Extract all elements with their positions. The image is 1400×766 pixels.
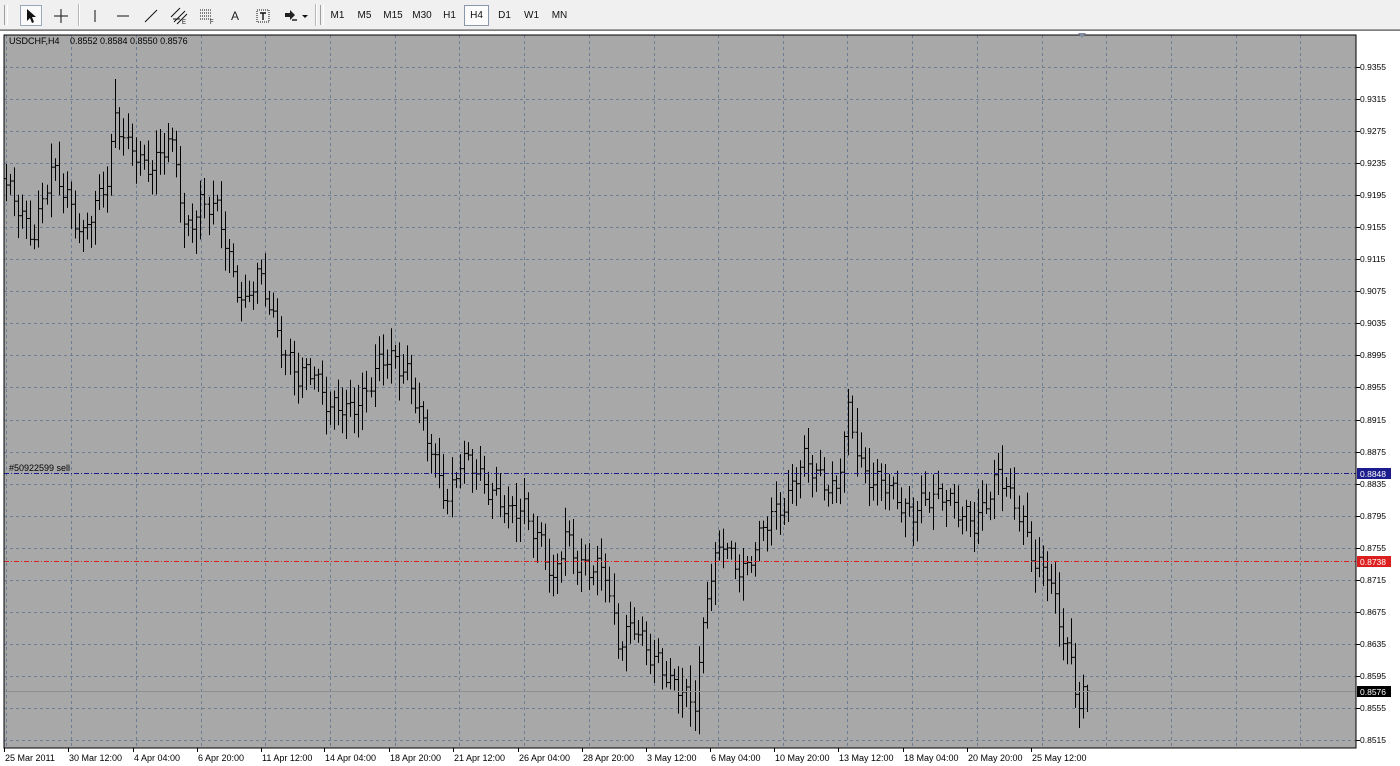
order-price-label: 0.8848: [1360, 469, 1386, 479]
price-tick-label: 0.9035: [1360, 318, 1386, 328]
time-tick-label: 11 Apr 12:00: [262, 753, 312, 763]
equidistant-channel-tool-button[interactable]: E: [168, 5, 190, 26]
cursor-arrow-icon: [27, 8, 36, 23]
order-line-label[interactable]: #50922599 sell: [9, 463, 70, 473]
toolbar-separator: [78, 4, 80, 26]
price-tick-label: 0.9115: [1360, 254, 1386, 264]
text-label-icon: [256, 9, 270, 22]
vertical-line-icon: [94, 9, 96, 22]
price-tick-label: 0.9195: [1360, 190, 1386, 200]
price-tick-label: 0.8915: [1360, 415, 1386, 425]
timeframe-h4-button[interactable]: H4: [464, 5, 489, 26]
toolbar-grip[interactable]: [4, 5, 8, 25]
price-chart[interactable]: 0.9355 0.9315 0.9275 0.9235 0.9195 0.9155 0.91…: [0, 31, 1400, 766]
price-tick-label: 0.9275: [1360, 126, 1386, 136]
time-tick-label: 13 May 12:00: [839, 753, 894, 763]
time-tick-label: 6 Apr 20:00: [198, 753, 244, 763]
crosshair-icon: [54, 8, 68, 23]
price-tick-label: 0.9355: [1360, 62, 1386, 72]
fibonacci-retracement-icon: F: [200, 9, 214, 25]
timeframe-m1-button[interactable]: M1: [325, 5, 350, 26]
timeframe-h1-button[interactable]: H1: [437, 5, 462, 26]
toolbar-separator: [315, 4, 317, 26]
trendline-icon: [144, 9, 158, 22]
timeframe-m5-button[interactable]: M5: [352, 5, 377, 26]
time-tick-label: 30 Mar 12:00: [69, 753, 122, 763]
time-tick-label: 28 Apr 20:00: [583, 753, 634, 763]
price-tick-label: 0.9315: [1360, 94, 1386, 104]
svg-text:F: F: [210, 20, 214, 25]
price-tick-label: 0.8555: [1360, 703, 1386, 713]
time-tick-label: 10 May 20:00: [775, 753, 830, 763]
price-tick-label: 0.8755: [1360, 543, 1386, 553]
price-tick-label: 0.9075: [1360, 286, 1386, 296]
price-tick-label: 0.8955: [1360, 382, 1386, 392]
price-tick-label: 0.8595: [1360, 671, 1386, 681]
time-tick-label: 20 May 20:00: [968, 753, 1023, 763]
price-tick-label: 0.8995: [1360, 350, 1386, 360]
cursor-tool-button[interactable]: [20, 5, 42, 26]
time-tick-label: 26 Apr 04:00: [519, 753, 570, 763]
time-tick-label: 3 May 12:00: [647, 753, 697, 763]
price-tick-label: 0.8515: [1360, 735, 1386, 745]
text-a-icon: A: [230, 8, 239, 23]
price-tick-label: 0.9155: [1360, 222, 1386, 232]
time-tick-label: 4 Apr 04:00: [134, 753, 180, 763]
time-tick-label: 14 Apr 04:00: [325, 753, 376, 763]
text-tool-button[interactable]: A: [224, 5, 246, 26]
stop-price-label: 0.8738: [1360, 557, 1386, 567]
price-tick-label: 0.8715: [1360, 575, 1386, 585]
time-tick-label: 21 Apr 12:00: [454, 753, 505, 763]
chart-ohlc-values: 0.8552 0.8584 0.8550 0.8576: [70, 36, 188, 46]
timeframe-m30-button[interactable]: M30: [407, 5, 437, 26]
chart-toolbar: E F A M1 M5 M15 M30 H1 H4 D1 W1 MN: [0, 0, 1400, 30]
arrows-dropdown-icon: [285, 9, 308, 21]
time-tick-label: 25 Mar 2011: [5, 753, 55, 763]
chart-plot-area: [4, 35, 1356, 748]
equidistant-channel-icon: E: [170, 7, 188, 25]
price-tick-label: 0.8835: [1360, 479, 1386, 489]
price-tick-label: 0.8635: [1360, 639, 1386, 649]
fibonacci-tool-button[interactable]: F: [196, 5, 218, 26]
time-tick-label: 18 May 04:00: [904, 753, 959, 763]
text-label-tool-button[interactable]: [252, 5, 274, 26]
time-axis[interactable]: 25 Mar 2011 30 Mar 12:00 4 Apr 04:00 6 Apr …: [4, 748, 1087, 763]
price-tick-label: 0.8675: [1360, 607, 1386, 617]
time-tick-label: 18 Apr 20:00: [390, 753, 441, 763]
price-axis[interactable]: 0.9355 0.9315 0.9275 0.9235 0.9195 0.9155 0.91…: [1356, 62, 1391, 745]
time-tick-label: 6 May 04:00: [711, 753, 761, 763]
timeframe-m15-button[interactable]: M15: [378, 5, 408, 26]
price-tick-label: 0.8795: [1360, 511, 1386, 521]
svg-text:E: E: [182, 20, 186, 25]
crosshair-tool-button[interactable]: [50, 5, 72, 26]
horizontal-line-icon: [117, 15, 129, 16]
bid-price-label: 0.8576: [1360, 687, 1386, 697]
arrows-dropdown-button[interactable]: [282, 5, 310, 26]
toolbar-grip[interactable]: [320, 5, 324, 25]
chart-symbol-label: USDCHF,H4: [9, 36, 60, 46]
time-tick-label: 25 May 12:00: [1032, 753, 1087, 763]
vertical-line-tool-button[interactable]: [84, 5, 106, 26]
price-tick-label: 0.9235: [1360, 158, 1386, 168]
horizontal-line-tool-button[interactable]: [112, 5, 134, 26]
timeframe-d1-button[interactable]: D1: [492, 5, 517, 26]
trendline-tool-button[interactable]: [140, 5, 162, 26]
timeframe-w1-button[interactable]: W1: [519, 5, 544, 26]
price-tick-label: 0.8875: [1360, 447, 1386, 457]
timeframe-mn-button[interactable]: MN: [547, 5, 572, 26]
